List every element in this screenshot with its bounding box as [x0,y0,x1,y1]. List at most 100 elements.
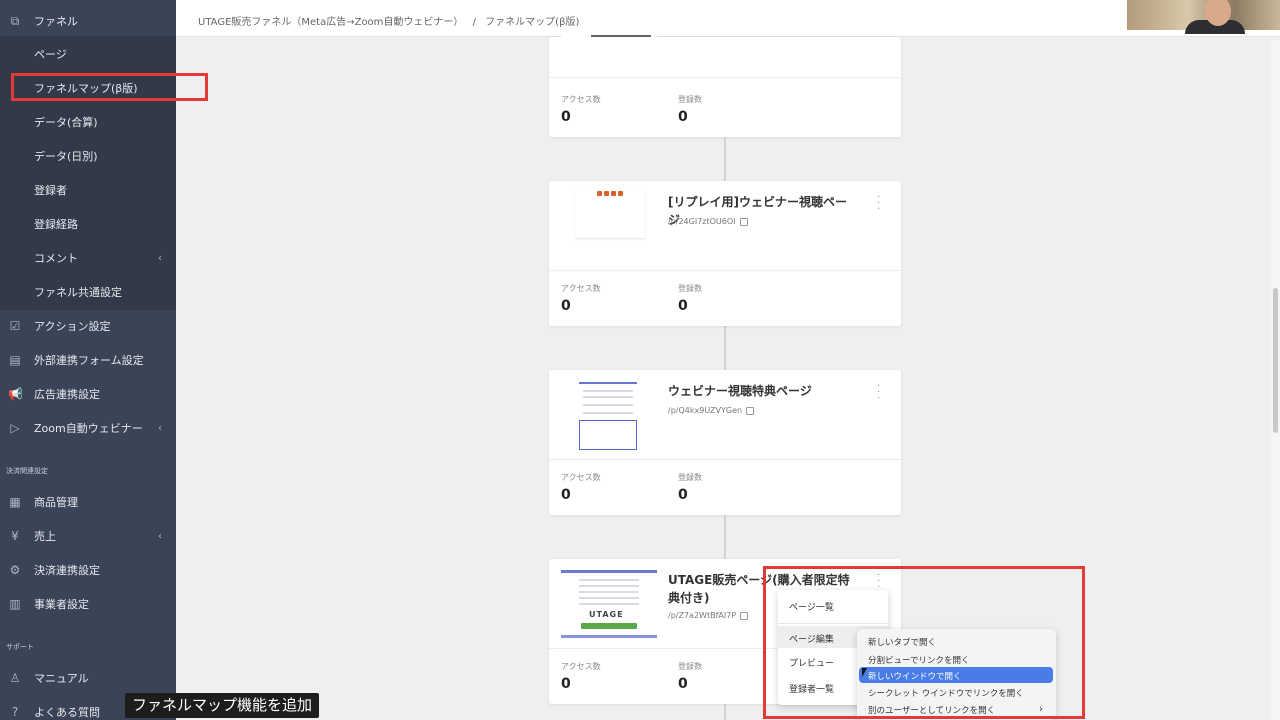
kebab-menu-icon[interactable]: · · · [877,571,880,593]
sidebar-item-data-total[interactable]: データ(合算) [0,107,176,137]
link-context-menu: 新しいタブで開く 分割ビューでリンクを開く 新しいウインドウで開く シークレット… [857,629,1056,720]
store-icon: ▦ [9,495,21,509]
sidebar-item-funnel-common-settings[interactable]: ファネル共通設定 [0,277,176,307]
menu-item-registrants[interactable]: 登録者一覧 [789,682,834,695]
menu-item-open-incognito[interactable]: シークレット ウインドウでリンクを開く [868,687,1024,699]
sidebar-item-registration-route[interactable]: 登録経路 [0,209,176,239]
register-count-value: 0 [678,109,688,125]
gear-icon: ⚙ [9,563,21,577]
copy-icon[interactable] [746,406,755,415]
utage-logo: UTAGE [589,610,624,619]
sidebar-item-label: 広告連携設定 [34,388,100,401]
page-slug: /p/24GI7ztOU6OI [668,217,748,226]
sidebar-item-label: 登録経路 [34,218,78,231]
scrollbar[interactable] [1271,40,1280,720]
copy-icon[interactable] [739,217,748,226]
kebab-menu-icon[interactable]: · · · [877,193,880,215]
section-label-payment: 決済関連設定 [6,467,48,475]
funnel-step-card[interactable]: [リプレイ用]ウェビナー視聴ページ /p/24GI7ztOU6OI · · · アク… [549,181,901,326]
page-title: ウェビナー視聴特典ページ [668,384,812,398]
menu-item-open-new-tab[interactable]: 新しいタブで開く [868,636,936,648]
register-count-label: 登録数 [678,95,702,104]
register-count-value: 0 [678,487,688,503]
sidebar-item-data-daily[interactable]: データ(日別) [0,141,176,171]
question-icon: ? [11,705,19,719]
page-thumbnail [575,191,645,238]
webcam-overlay [1127,0,1280,34]
sidebar-item-label: 外部連携フォーム設定 [34,354,144,367]
access-count-label: アクセス数 [561,473,601,482]
sidebar-item-manual[interactable]: ♙ マニュアル [0,663,176,693]
chevron-left-icon: ‹ [158,252,162,264]
sidebar-item-ad-integration[interactable]: 📢 広告連携設定 [0,379,176,409]
funnel-step-card[interactable]: ウェビナー視聴特典ページ /p/Q4kx9UZVYGen · · · アクセス数 0… [549,370,901,515]
register-count-value: 0 [678,298,688,314]
sidebar-item-action-settings[interactable]: ☑ アクション設定 [0,311,176,341]
menu-item-open-new-window[interactable]: 新しいウインドウで開く [868,670,962,682]
register-count-label: 登録数 [678,473,702,482]
sidebar-item-funnel[interactable]: ⧉ ファネル [0,6,176,36]
access-count-value: 0 [561,298,571,314]
register-count-value: 0 [678,676,688,692]
sidebar-item-funnel-map[interactable]: ファネルマップ(β版) [0,73,176,103]
sidebar-item-label: マニュアル [34,672,89,685]
kebab-menu-icon[interactable]: · · · [877,382,880,404]
copy-icon[interactable] [740,611,749,620]
menu-separator [778,623,888,624]
access-count-value: 0 [561,109,571,125]
breadcrumb-current: ファネルマップ(β版) [485,17,580,28]
sidebar-item-label: データ(合算) [34,116,98,129]
chevron-right-icon: › [1039,704,1043,715]
topbar: UTAGE販売ファネル（Meta広告→Zoom自動ウェビナー） / ファネルマッ… [176,0,1280,37]
menu-item-preview[interactable]: プレビュー [789,656,834,669]
form-icon: ▤ [9,353,21,367]
sidebar-item-label: ファネル [34,15,78,28]
breadcrumb-separator: / [472,17,476,28]
page-thumbnail [561,35,657,39]
page-slug: /p/Q4kx9UZVYGen [668,406,755,415]
sidebar-item-label: ファネルマップ(β版) [34,82,138,95]
sidebar-item-payment-integration[interactable]: ⚙ 決済連携設定 [0,555,176,585]
sidebar-item-pages[interactable]: ページ [0,39,176,69]
sidebar-item-business-settings[interactable]: ▥ 事業者設定 [0,589,176,619]
sidebar-item-zoom-webinar[interactable]: ▷ Zoom自動ウェビナー ‹ [0,413,176,443]
sidebar-item-label: 登録者 [34,184,67,197]
register-count-label: 登録数 [678,284,702,293]
checkbox-icon: ☑ [9,319,21,333]
register-count-label: 登録数 [678,662,702,671]
sidebar-item-products[interactable]: ▦ 商品管理 [0,487,176,517]
funnel-icon: ⧉ [10,14,20,28]
menu-item-open-split-view[interactable]: 分割ビューでリンクを開く [868,654,970,666]
scrollbar-thumb[interactable] [1273,288,1278,433]
funnel-step-card[interactable]: アクセス数 0 登録数 0 [549,35,901,137]
sidebar-item-sales[interactable]: ¥ 売上 ‹ [0,521,176,551]
sidebar-item-label: よくある質問 [34,706,100,719]
access-count-value: 0 [561,487,571,503]
page-slug: /p/Z7a2WtBfAI7P [668,611,749,620]
sidebar-item-label: 事業者設定 [34,598,89,611]
menu-item-page-list[interactable]: ページ一覧 [789,600,834,613]
section-label-support: サポート [6,643,34,651]
chevron-left-icon: ‹ [158,422,162,434]
page-thumbnail [573,380,643,452]
sidebar: ⧉ ファネル ページ ファネルマップ(β版) データ(合算) データ(日別) 登… [0,0,176,720]
sidebar-item-label: ファネル共通設定 [34,286,122,299]
sidebar-item-label: ページ [34,48,67,61]
page-thumbnail: UTAGE [559,569,659,639]
mouse-cursor-icon [862,668,867,677]
sidebar-item-comments[interactable]: コメント ‹ [0,243,176,273]
sidebar-item-registrants[interactable]: 登録者 [0,175,176,205]
megaphone-icon: 📢 [8,387,23,401]
access-count-label: アクセス数 [561,662,601,671]
building-icon: ▥ [9,597,21,611]
access-count-label: アクセス数 [561,95,601,104]
menu-item-page-edit[interactable]: ページ編集 [789,632,834,645]
breadcrumb: UTAGE販売ファネル（Meta広告→Zoom自動ウェビナー） / ファネルマッ… [198,13,579,28]
access-count-label: アクセス数 [561,284,601,293]
access-count-value: 0 [561,676,571,692]
sidebar-item-label: 決済連携設定 [34,564,100,577]
breadcrumb-funnel-link[interactable]: UTAGE販売ファネル（Meta広告→Zoom自動ウェビナー） [198,17,463,28]
menu-item-open-as-other-user[interactable]: 別のユーザーとしてリンクを開く [868,704,995,716]
sidebar-item-external-form-settings[interactable]: ▤ 外部連携フォーム設定 [0,345,176,375]
chevron-left-icon: ‹ [158,530,162,542]
